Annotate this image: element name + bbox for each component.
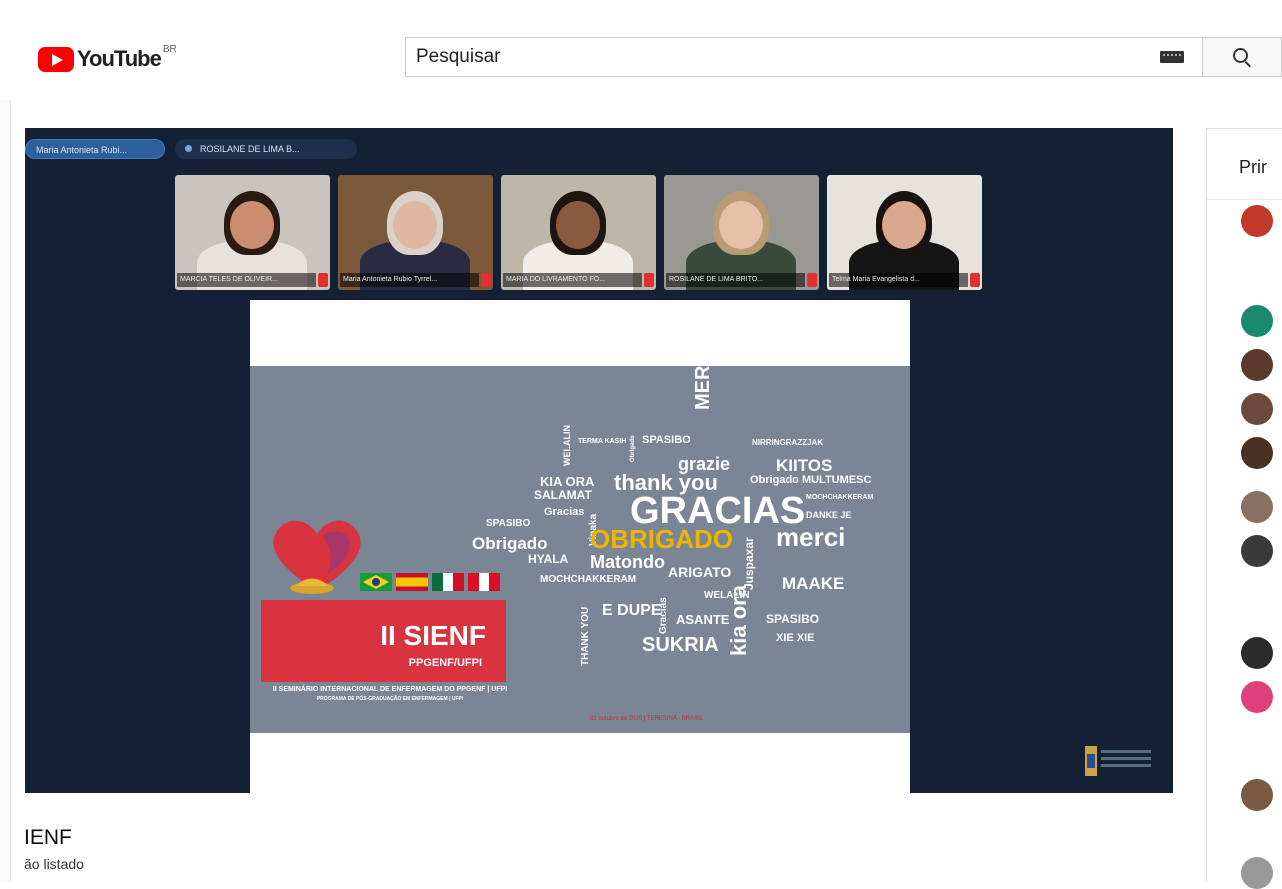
- chat-avatar[interactable]: [1241, 205, 1273, 237]
- heart-lamp-icon: [273, 520, 361, 594]
- spain-flag-icon: [396, 573, 428, 591]
- participant-chip: ROSILANE DE LIMA B...: [175, 139, 357, 159]
- word-cloud-word: E DUPE: [602, 602, 662, 619]
- ufpi-logo: [1085, 746, 1155, 778]
- slide-content: II SIENF PPGENF/UFPI II SEMINÁRIO INTERN…: [250, 366, 910, 733]
- word-cloud-word: ARIGATO: [668, 564, 732, 580]
- video-player[interactable]: Maria Antonieta Rubi... ROSILANE DE LIMA…: [25, 128, 1173, 793]
- participant-video-tile[interactable]: Telma Maria Evangelista d...: [827, 175, 982, 290]
- participant-name: Maria Antonieta Rubio Tyrrel...: [340, 273, 479, 287]
- chat-avatar[interactable]: [1241, 681, 1273, 713]
- word-cloud-word: MOCHCHAKKERAM: [540, 574, 637, 585]
- keyboard-icon[interactable]: [1160, 51, 1184, 63]
- participant-video-tile[interactable]: MARIA DO LIVRAMENTO FO...: [501, 175, 656, 290]
- participant-name: ROSILANE DE LIMA BRITO...: [666, 273, 805, 287]
- chat-header[interactable]: Prir: [1239, 157, 1267, 178]
- word-cloud-word: Obrigado: [472, 534, 548, 553]
- participant-chip: Maria Antonieta Rubi...: [25, 139, 165, 159]
- participant-name: MARIA DO LIVRAMENTO FO...: [503, 273, 642, 287]
- chat-avatar[interactable]: [1241, 393, 1273, 425]
- event-subtitle: PPGENF/UFPI: [408, 657, 482, 669]
- event-title: II SIENF: [380, 620, 486, 651]
- thank-you-word-cloud: MERCI TERMA KASIH SPASIBO NIRRINGRAZZJAK WEL…: [472, 366, 910, 733]
- country-code: BR: [162, 43, 177, 55]
- word-cloud-word: MAAKE: [782, 574, 845, 593]
- chat-avatar[interactable]: [1241, 491, 1273, 523]
- word-cloud-word: ASANTE: [676, 612, 730, 627]
- chat-avatar[interactable]: [1241, 437, 1273, 469]
- youtube-play-icon: [38, 46, 74, 72]
- word-cloud-word: OBRIGADO: [590, 524, 733, 554]
- masthead: YouTube BR Pesquisar: [0, 0, 1282, 100]
- muted-mic-icon: [807, 273, 817, 287]
- chat-avatar[interactable]: [1241, 779, 1273, 811]
- search-box[interactable]: Pesquisar: [405, 37, 1203, 77]
- participant-name: Telma Maria Evangelista d...: [829, 273, 968, 287]
- brazil-flag-icon: [360, 573, 392, 591]
- chat-avatar[interactable]: [1241, 535, 1273, 567]
- word-cloud-word: HYALA: [528, 552, 569, 566]
- event-description: II SEMINÁRIO INTERNACIONAL DE ENFERMAGEM…: [272, 686, 508, 702]
- chat-avatar[interactable]: [1241, 349, 1273, 381]
- word-cloud-word: kia ora: [726, 585, 751, 656]
- word-cloud-word: SALAMAT: [534, 488, 592, 502]
- word-cloud-word: SPASIBO: [486, 518, 531, 529]
- word-cloud-word: DANKE JE: [806, 510, 852, 520]
- word-cloud-word: SPASIBO: [766, 612, 820, 626]
- video-privacy-label: ão listado: [24, 856, 84, 872]
- word-cloud-word: Gracias: [544, 506, 585, 518]
- word-cloud-word: TERMA KASIH: [578, 438, 627, 445]
- word-cloud-word: Juspaxar: [742, 537, 756, 590]
- word-cloud-word: SUKRIA: [642, 634, 719, 656]
- word-cloud-word: NIRRINGRAZZJAK: [752, 438, 824, 447]
- mexico-flag-icon: [432, 573, 464, 591]
- muted-mic-icon: [318, 273, 328, 287]
- word-cloud-word: KIA ORA: [540, 474, 595, 489]
- participant-video-tile[interactable]: MARCIA TELES DE OLIVEIR...: [175, 175, 330, 290]
- participant-name: MARCIA TELES DE OLIVEIR...: [177, 273, 316, 287]
- word-cloud-word: Obrigado: [630, 435, 636, 462]
- presentation-slide: II SIENF PPGENF/UFPI II SEMINÁRIO INTERN…: [250, 300, 910, 793]
- word-cloud-word: merci: [776, 522, 846, 552]
- youtube-logo[interactable]: YouTube BR: [38, 43, 177, 72]
- participant-video-tile[interactable]: ROSILANE DE LIMA BRITO...: [664, 175, 819, 290]
- chat-avatar[interactable]: [1241, 857, 1273, 889]
- left-edge: [0, 100, 11, 881]
- chat-avatar[interactable]: [1241, 305, 1273, 337]
- logo-text: YouTube: [77, 46, 162, 71]
- muted-mic-icon: [481, 273, 491, 287]
- search-icon: [1233, 48, 1248, 63]
- chat-avatar[interactable]: [1241, 637, 1273, 669]
- word-cloud-word: Obrigado MULTUMESC: [750, 474, 872, 486]
- muted-mic-icon: [970, 273, 980, 287]
- muted-mic-icon: [644, 273, 654, 287]
- word-cloud-word: MERCI: [692, 366, 714, 410]
- word-cloud-word: XIE XIE: [776, 632, 815, 644]
- word-cloud-word: Matondo: [590, 552, 665, 572]
- word-cloud-word: THANK YOU: [580, 606, 591, 666]
- word-cloud-word: WELALIN: [562, 425, 572, 466]
- word-cloud-word: KIITOS: [776, 456, 833, 475]
- video-title: IENF: [24, 826, 72, 849]
- search-input[interactable]: Pesquisar: [416, 46, 1160, 68]
- search-button[interactable]: [1203, 37, 1282, 77]
- participant-video-tile[interactable]: Maria Antonieta Rubio Tyrrel...: [338, 175, 493, 290]
- participant-tiles: MARCIA TELES DE OLIVEIR... Maria Antoniet…: [175, 175, 982, 290]
- live-chat-panel: Prir: [1206, 128, 1282, 889]
- word-cloud-word: MOCHCHAKKERAM: [806, 494, 874, 501]
- event-title-box: II SIENF PPGENF/UFPI: [261, 600, 506, 682]
- country-flags: [360, 573, 500, 591]
- word-cloud-word: SPASIBO: [642, 434, 691, 446]
